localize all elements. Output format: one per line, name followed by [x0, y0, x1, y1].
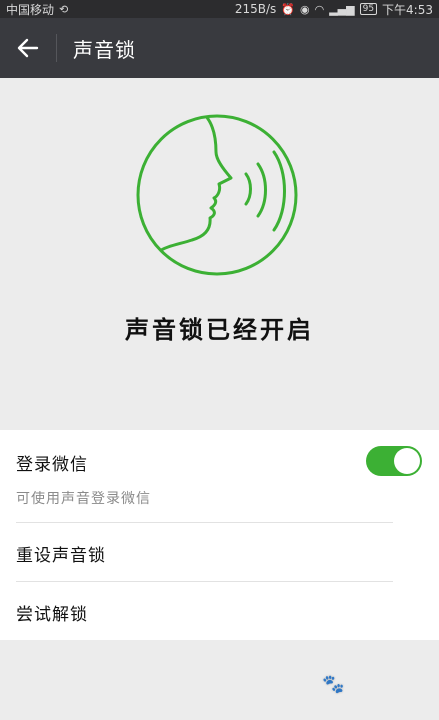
signal-icon: ▂▄▆: [329, 2, 355, 16]
toggle-knob: [394, 448, 420, 474]
voice-face-icon: [136, 114, 298, 276]
title-bar: 声音锁: [0, 18, 439, 78]
baidu-watermark: 🐾: [322, 664, 422, 704]
login-wechat-subtitle: 可使用声音登录微信: [16, 491, 151, 507]
network-speed: 215B/s: [234, 2, 277, 16]
carrier-label: 中国移动: [6, 2, 55, 17]
voice-lock-hero: 声音锁已经开启: [0, 78, 439, 430]
battery-icon: 95: [359, 3, 378, 15]
sound-wave-inner: [244, 172, 252, 206]
clock: 下午4:53: [382, 2, 433, 17]
voice-lock-status: 声音锁已经开启: [125, 316, 314, 344]
login-wechat-toggle[interactable]: [366, 446, 422, 476]
settings-list: 登录微信 可使用声音登录微信 重设声音锁 尝试解锁: [0, 430, 439, 640]
wifi-icon: ◠: [314, 2, 325, 16]
reset-voice-lock-row[interactable]: 重设声音锁: [0, 523, 439, 581]
login-wechat-label: 登录微信: [16, 455, 88, 475]
title-divider: [56, 34, 57, 62]
login-wechat-row[interactable]: 登录微信 可使用声音登录微信: [0, 430, 439, 522]
try-unlock-row[interactable]: 尝试解锁: [0, 582, 439, 640]
try-unlock-label: 尝试解锁: [16, 605, 88, 625]
sound-wave-outer: [272, 150, 286, 232]
sync-icon: ⟲: [59, 2, 69, 16]
paw-icon: 🐾: [322, 673, 345, 695]
reset-voice-lock-label: 重设声音锁: [16, 546, 106, 566]
alarm-icon: ⏰: [281, 2, 295, 16]
page-title: 声音锁: [73, 37, 136, 62]
eye-icon: ◉: [299, 2, 310, 16]
sound-wave-middle: [256, 162, 267, 218]
back-button[interactable]: [0, 18, 56, 78]
back-arrow-icon: [17, 38, 39, 58]
status-bar: 中国移动 ⟲ 215B/s ⏰ ◉ ◠ ▂▄▆ 95 下午4:53: [0, 0, 439, 18]
